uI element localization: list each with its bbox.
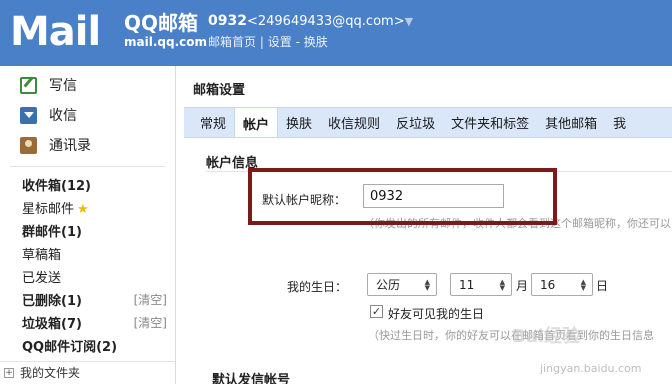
clear-spam-link[interactable]: [清空] xyxy=(134,314,167,331)
folder-starred-label: 星标邮件 xyxy=(22,202,75,217)
star-icon: ★ xyxy=(77,202,89,217)
my-folders-label: 我的文件夹 xyxy=(20,366,81,380)
inbox-label: 收信 xyxy=(49,108,77,124)
logo-text: Mail xyxy=(10,9,101,55)
section-title-default-sender: 默认发信帐号 xyxy=(212,373,291,384)
nickname-input[interactable] xyxy=(363,184,504,208)
account-uid: 0932 xyxy=(208,13,247,29)
page-title: 邮箱设置 xyxy=(193,83,246,98)
tab-account[interactable]: 帐户 xyxy=(234,108,279,137)
link-dash: - xyxy=(295,35,300,49)
folder-starred[interactable]: 星标邮件 ★ xyxy=(0,196,175,219)
chevron-down-icon[interactable]: ▼ xyxy=(405,15,413,28)
folder-inbox[interactable]: 收件箱(12) xyxy=(0,173,175,196)
folder-sent-label: 已发送 xyxy=(22,271,62,286)
select-arrows-icon: ▲ ▼ xyxy=(499,277,505,292)
day-unit: 日 xyxy=(596,279,609,293)
expand-icon[interactable]: + xyxy=(4,367,14,378)
account-email: <249649433@qq.com> xyxy=(246,14,405,29)
brand-title: QQ邮箱 xyxy=(124,11,199,35)
link-settings[interactable]: 设置 xyxy=(268,35,292,49)
nickname-hint: （你发出的所有邮件，收件人都会看到这个邮箱昵称，你还可以 xyxy=(363,217,671,230)
folder-deleted[interactable]: 已删除(1) [清空] xyxy=(0,288,175,311)
month-value: 11 xyxy=(459,277,475,292)
brand-url: mail.qq.com xyxy=(124,35,207,49)
nickname-label: 默认帐户昵称： xyxy=(262,193,347,207)
brand: QQ邮箱 mail.qq.com xyxy=(124,12,207,49)
birthday-hint: （快过生日时，你的好友可以在邮箱首页看到你的生日信息 xyxy=(368,329,654,342)
tab-general[interactable]: 常规 xyxy=(192,108,234,137)
select-arrows-icon: ▲ ▼ xyxy=(580,277,586,292)
calendar-select[interactable]: 公历 ▲ ▼ xyxy=(367,273,437,296)
clear-deleted-link[interactable]: [清空] xyxy=(134,291,167,308)
account-switcher[interactable]: 0932<249649433@qq.com>▼ xyxy=(208,13,413,29)
month-unit: 月 xyxy=(516,279,529,293)
main-panel: 邮箱设置 常规 帐户 换肤 收信规则 反垃圾 文件夹和标签 其他邮箱 我 帐户信… xyxy=(177,66,672,384)
folder-spam[interactable]: 垃圾箱(7) [清空] xyxy=(0,311,175,334)
select-arrows-icon: ▲ ▼ xyxy=(424,277,430,292)
folder-group-mail-label: 群邮件(1) xyxy=(22,225,82,240)
tab-skin[interactable]: 换肤 xyxy=(278,108,320,137)
birthday-label: 我的生日： xyxy=(287,280,348,294)
folder-subscriptions[interactable]: QQ邮件订阅(2) xyxy=(0,334,175,357)
folder-drafts[interactable]: 草稿箱 xyxy=(0,242,175,265)
my-folders-toggle[interactable]: + 我的文件夹 xyxy=(0,361,175,383)
settings-content: 帐户信息 默认帐户昵称： （你发出的所有邮件，收件人都会看到这个邮箱昵称，你还可… xyxy=(184,139,672,384)
contacts-icon xyxy=(20,136,37,154)
header-links: 邮箱首页 | 设置 - 换肤 xyxy=(208,33,328,50)
section-divider xyxy=(206,171,672,172)
app-header: Mail QQ邮箱 mail.qq.com 0932<249649433@qq.… xyxy=(0,0,672,66)
qq-mail-logo[interactable]: Mail xyxy=(10,9,101,55)
day-value: 16 xyxy=(540,277,556,292)
folder-drafts-label: 草稿箱 xyxy=(22,248,62,263)
section-title-account-info: 帐户信息 xyxy=(206,156,259,171)
link-change-skin[interactable]: 换肤 xyxy=(304,35,328,49)
folder-spam-label: 垃圾箱(7) xyxy=(22,317,82,332)
folder-sent[interactable]: 已发送 xyxy=(0,265,175,288)
folder-inbox-label: 收件箱(12) xyxy=(22,179,91,194)
contacts-label: 通讯录 xyxy=(49,138,91,154)
inbox-icon xyxy=(20,106,37,124)
compose-icon xyxy=(20,76,37,94)
month-select[interactable]: 11 ▲ ▼ xyxy=(450,273,512,296)
sidebar-divider xyxy=(10,166,165,167)
inbox-button[interactable]: 收信 xyxy=(0,100,175,130)
tab-other-mailboxes[interactable]: 其他邮箱 xyxy=(537,108,605,137)
contacts-button[interactable]: 通讯录 xyxy=(0,130,175,160)
tab-more[interactable]: 我 xyxy=(605,108,634,137)
folder-deleted-label: 已删除(1) xyxy=(22,294,82,309)
link-separator: | xyxy=(259,35,264,49)
tab-inbox-rules[interactable]: 收信规则 xyxy=(320,108,388,137)
tab-anti-spam[interactable]: 反垃圾 xyxy=(388,108,443,137)
calendar-value: 公历 xyxy=(376,278,401,292)
day-select[interactable]: 16 ▲ ▼ xyxy=(531,273,593,296)
friends-visible-label: 好友可见我的生日 xyxy=(388,307,485,321)
settings-tabs: 常规 帐户 换肤 收信规则 反垃圾 文件夹和标签 其他邮箱 我 xyxy=(184,107,672,138)
folder-subscriptions-label: QQ邮件订阅(2) xyxy=(22,340,118,355)
tab-folders-labels[interactable]: 文件夹和标签 xyxy=(443,108,537,137)
link-mailbox-home[interactable]: 邮箱首页 xyxy=(208,35,256,49)
folder-group-mail[interactable]: 群邮件(1) xyxy=(0,219,175,242)
compose-label: 写信 xyxy=(49,78,77,94)
sidebar: 写信 收信 通讯录 收件箱(12) 星标邮件 ★ 群邮件(1) 草稿箱 已发送 已… xyxy=(0,66,176,384)
compose-button[interactable]: 写信 xyxy=(0,70,175,100)
friends-visible-checkbox[interactable]: ✓ xyxy=(370,305,383,318)
